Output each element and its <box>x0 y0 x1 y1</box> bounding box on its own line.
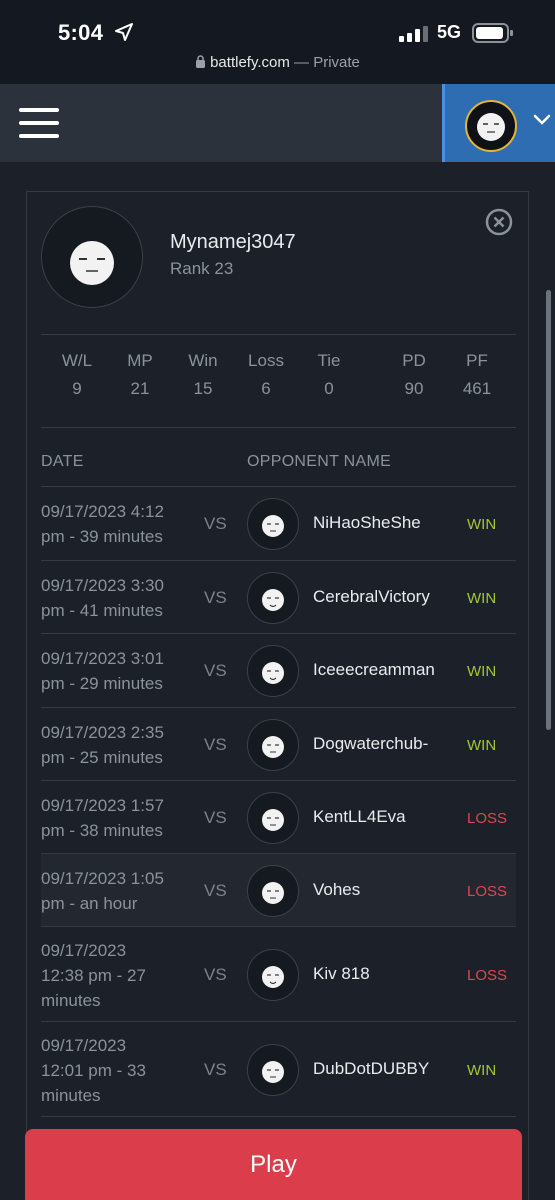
opponent-avatar <box>247 791 299 844</box>
close-icon[interactable] <box>485 208 513 236</box>
player-stats-card: Mynamej3047 Rank 23 W/L 9 MP 21 Win 15 Loss… <box>26 191 529 1200</box>
opponent-name[interactable]: Kiv 818 <box>313 964 370 984</box>
player-username: Mynamej3047 <box>170 231 296 253</box>
match-date: 09/17/2023 12:38 pm - 27 minutes <box>41 941 146 1010</box>
match-date: 09/17/2023 3:30 pm - 41 minutes <box>41 576 164 620</box>
stat-wl: W/L 9 <box>61 351 93 398</box>
opponent-name[interactable]: Iceeecreamman <box>313 660 435 680</box>
header-avatar <box>465 100 517 152</box>
opponent-avatar <box>247 948 299 1001</box>
match-row[interactable]: 09/17/2023 3:30 pm - 41 minutes VS Cerebral… <box>41 561 516 634</box>
match-row[interactable]: 09/17/2023 12:38 pm - 27 minutes VS Kiv 818 L… <box>41 927 516 1022</box>
match-result: WIN <box>467 589 497 607</box>
opponent-avatar <box>247 718 299 771</box>
stat-loss: Loss 6 <box>248 351 284 398</box>
stat-pd: PD 90 <box>402 351 426 398</box>
stat-mp: MP 21 <box>127 351 153 398</box>
match-date: 09/17/2023 1:57 pm - 38 minutes <box>41 796 164 840</box>
url-bar[interactable]: battlefy.com — Private <box>0 54 555 71</box>
match-row[interactable]: 09/17/2023 3:01 pm - 29 minutes VS Iceeecre… <box>41 634 516 708</box>
divider <box>41 427 516 428</box>
opponent-avatar <box>247 571 299 624</box>
vs-label: VS <box>204 1059 227 1079</box>
stat-win: Win 15 <box>188 351 218 398</box>
match-result: WIN <box>467 516 497 533</box>
url-text: battlefy.com <box>210 54 290 71</box>
vs-label: VS <box>204 661 227 680</box>
match-date: 09/17/2023 3:01 pm - 29 minutes <box>41 649 164 693</box>
match-date: 09/17/2023 4:12 pm - 39 minutes <box>41 502 164 546</box>
vs-label: VS <box>204 514 227 533</box>
divider <box>41 334 516 335</box>
match-result: WIN <box>467 1061 497 1079</box>
match-date: 09/17/2023 2:35 pm - 25 minutes <box>41 723 164 767</box>
match-row[interactable]: 09/17/2023 4:12 pm - 39 minutes VS NiHaoShe… <box>41 487 516 561</box>
match-date: 09/17/2023 12:01 pm - 33 minutes <box>41 1036 146 1105</box>
opponent-name[interactable]: Dogwaterchub- <box>313 734 428 754</box>
opponent-avatar <box>247 645 299 697</box>
opponent-name[interactable]: Vohes <box>313 880 360 900</box>
stat-tie: Tie 0 <box>317 351 341 398</box>
match-row[interactable]: 09/17/2023 2:35 pm - 25 minutes VS Dogwater… <box>41 708 516 781</box>
battery-icon <box>472 23 513 43</box>
match-result: LOSS <box>467 966 508 984</box>
column-header-date: DATE <box>41 453 84 470</box>
opponent-name[interactable]: KentLL4Eva <box>313 807 406 827</box>
private-label: — Private <box>294 54 360 71</box>
vs-label: VS <box>204 964 227 984</box>
opponent-avatar <box>247 864 299 917</box>
opponent-name[interactable]: DubDotDUBBY <box>313 1059 429 1079</box>
app-header <box>0 84 555 162</box>
match-result: LOSS <box>467 882 508 900</box>
match-result: WIN <box>467 736 497 754</box>
match-result: WIN <box>467 663 497 680</box>
match-result: LOSS <box>467 809 508 827</box>
player-rank: Rank 23 <box>170 259 234 278</box>
status-bar: 5:04 5G battlefy.com — Private <box>0 0 555 84</box>
opponent-avatar <box>247 498 299 550</box>
profile-menu-button[interactable] <box>442 84 555 162</box>
opponent-name[interactable]: CerebralVictory <box>313 587 430 607</box>
column-header-opponent: OPPONENT NAME <box>247 453 392 470</box>
vs-label: VS <box>204 807 227 827</box>
location-arrow-icon <box>115 23 133 41</box>
clock: 5:04 <box>58 20 104 45</box>
opponent-avatar <box>247 1043 299 1096</box>
player-avatar <box>41 206 143 308</box>
hamburger-icon[interactable] <box>19 108 59 138</box>
match-row[interactable]: 09/17/2023 1:05 pm - an hour VS Vohes LOSS <box>41 854 516 927</box>
opponent-name[interactable]: NiHaoSheShe <box>313 513 421 533</box>
play-button[interactable]: Play <box>25 1129 522 1200</box>
lock-icon <box>196 55 206 68</box>
match-row[interactable]: 09/17/2023 12:01 pm - 33 minutes VS DubDotDU… <box>41 1022 516 1117</box>
match-date: 09/17/2023 1:05 pm - an hour <box>41 869 164 913</box>
scrollbar[interactable] <box>546 290 551 730</box>
vs-label: VS <box>204 734 227 754</box>
vs-label: VS <box>204 880 227 900</box>
chevron-down-icon <box>533 114 551 125</box>
play-button-label: Play <box>250 1151 297 1178</box>
match-row[interactable]: 09/17/2023 1:57 pm - 38 minutes VS KentLL4E… <box>41 781 516 854</box>
cell-signal-icon <box>399 26 428 42</box>
vs-label: VS <box>204 587 227 607</box>
network-type: 5G <box>437 22 462 42</box>
stat-pf: PF 461 <box>462 351 492 398</box>
